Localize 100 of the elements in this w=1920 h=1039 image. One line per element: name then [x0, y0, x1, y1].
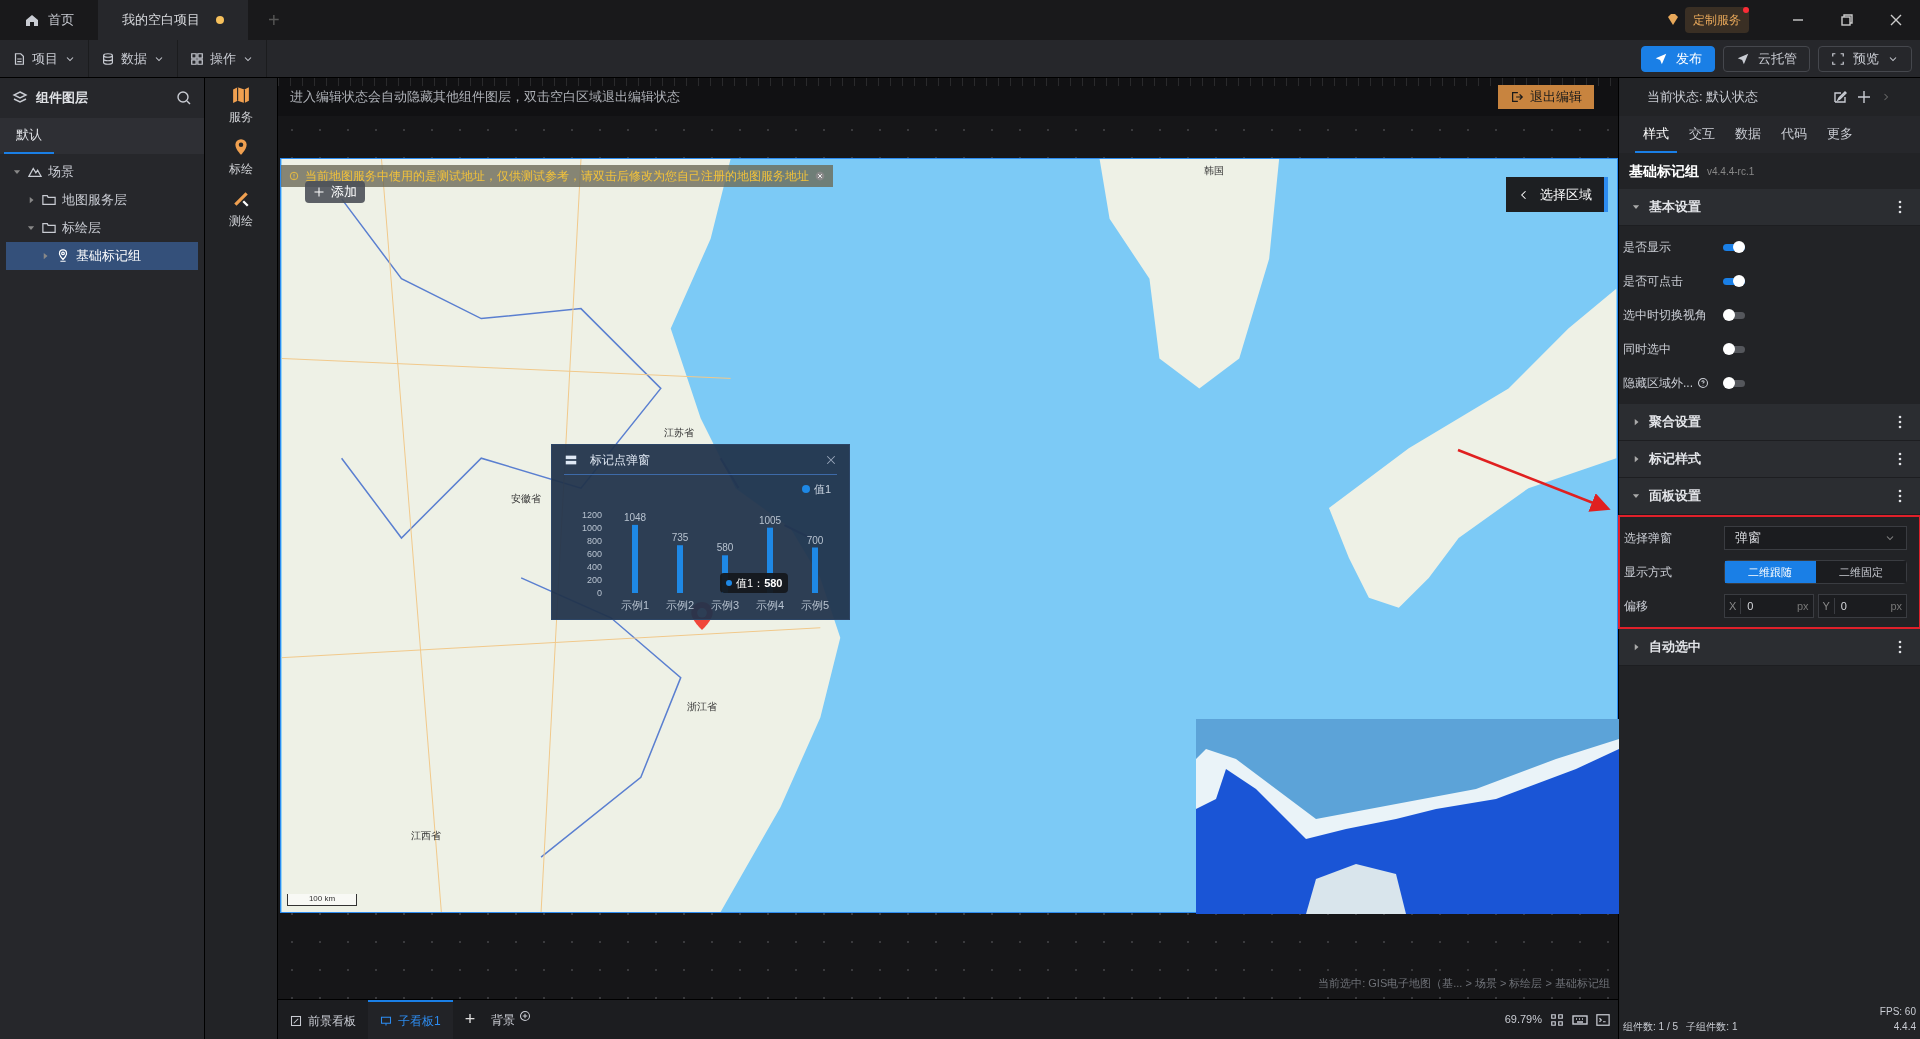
menu-button[interactable]: 操作 [178, 40, 267, 77]
window-tab[interactable]: 我的空白项目 [98, 0, 248, 40]
version-number: 4.4.4 [1893, 1020, 1916, 1034]
help-icon[interactable] [1697, 377, 1709, 389]
tree-item[interactable]: 标绘层 [6, 214, 198, 242]
popup-select[interactable]: 弹窗 [1724, 526, 1907, 550]
grid-icon [190, 51, 204, 66]
axis-tick-label: 600 [586, 549, 602, 559]
properties-tab[interactable]: 样式 [1635, 116, 1677, 153]
window-tab[interactable]: 首页 [0, 0, 98, 40]
section-header[interactable]: 基本设置 [1619, 189, 1920, 226]
ruler-pencil-icon [232, 190, 250, 208]
add-board-button[interactable]: + [452, 1006, 488, 1033]
data-label: 1048 [623, 511, 647, 523]
field-label: 选择弹窗 [1624, 530, 1673, 547]
paper-plane-icon [1654, 51, 1668, 66]
tool-button[interactable]: 测绘 [229, 190, 253, 230]
component-count: 组件数: 1 / 5 子组件数: 1 [1623, 1020, 1738, 1034]
board-tab[interactable]: 子看板1 [368, 1000, 453, 1039]
tool-button[interactable]: 服务 [229, 86, 253, 126]
home-icon [24, 12, 40, 28]
place-label: 江苏省 [664, 426, 694, 440]
select-region-button[interactable]: 选择区域 [1506, 177, 1608, 212]
axis-tick-label: 1000 [581, 523, 602, 533]
search-icon[interactable] [176, 90, 192, 106]
properties-tab[interactable]: 更多 [1819, 116, 1861, 153]
display-mode-option[interactable]: 二维固定 [1815, 561, 1906, 583]
menu-button[interactable]: 项目 [0, 40, 89, 77]
panel-title: 组件图层 [36, 89, 88, 108]
axis-tick-label: 400 [586, 562, 602, 572]
paper-plane-icon [1736, 51, 1750, 66]
field-label: 同时选中 [1623, 341, 1672, 358]
toggle-switch[interactable] [1723, 241, 1745, 253]
terminal-icon[interactable] [1596, 1012, 1610, 1027]
document-icon [12, 51, 26, 66]
add-button[interactable]: 添加 [305, 181, 365, 203]
offset-field[interactable]: X 0 px [1724, 594, 1814, 618]
properties-tab[interactable]: 数据 [1727, 116, 1769, 153]
offset-field[interactable]: Y 0 px [1817, 594, 1907, 618]
field-label: 是否显示 [1623, 239, 1672, 256]
field-label: 隐藏区域外... [1623, 375, 1693, 392]
section-header[interactable]: 面板设置 [1619, 478, 1920, 515]
section-header[interactable]: 自动选中 [1619, 629, 1920, 666]
toolbar-button[interactable]: 云托管 [1723, 45, 1810, 72]
field-label: 偏移 [1624, 598, 1649, 615]
toggle-switch[interactable] [1723, 377, 1745, 389]
data-label: 735 [671, 532, 689, 544]
section-header[interactable]: 标记样式 [1619, 441, 1920, 478]
field-label: 选中时切换视角 [1623, 307, 1708, 324]
fit-icon[interactable] [1550, 1012, 1564, 1027]
version-label: v4.4.4-rc.1 [1707, 164, 1755, 179]
axis-tick-label: 0 [597, 588, 602, 598]
close-icon[interactable] [815, 169, 825, 183]
toggle-switch[interactable] [1723, 343, 1745, 355]
axis-tick-label: 1200 [581, 510, 602, 520]
category-label: 示例1 [620, 599, 650, 611]
fps-readout: FPS: 60 [1879, 1005, 1916, 1019]
plus-icon [313, 186, 325, 198]
tree-item[interactable]: 场景 [6, 158, 198, 186]
axis-tick-label: 200 [586, 575, 602, 585]
place-label: 安徽省 [511, 492, 541, 506]
field-label: 显示方式 [1624, 564, 1673, 581]
display-mode-option[interactable]: 二维跟随 [1725, 561, 1816, 583]
plus-icon[interactable] [1856, 89, 1872, 105]
folder-icon [42, 221, 56, 235]
tree-item[interactable]: 地图服务层 [6, 186, 198, 214]
pin-icon [232, 138, 250, 156]
exit-edit-button[interactable]: 退出编辑 [1498, 85, 1594, 109]
section-header[interactable]: 聚合设置 [1619, 404, 1920, 441]
fullscreen-icon [1831, 51, 1845, 66]
place-label: 浙江省 [687, 700, 717, 714]
data-label: 700 [806, 534, 824, 546]
tooltip-text: 值1：580 [736, 575, 783, 591]
popup-title: 标记点弹窗 [590, 451, 650, 469]
menu-button[interactable]: 数据 [89, 40, 178, 77]
place-label: 江西省 [411, 829, 441, 843]
category-label: 示例2 [665, 599, 695, 611]
zoom-level: 69.79% [1504, 1012, 1542, 1028]
board-tab[interactable]: 前景看板 [278, 1000, 368, 1039]
database-icon [101, 51, 115, 66]
exit-icon [1510, 90, 1524, 104]
properties-tab[interactable]: 交互 [1681, 116, 1723, 153]
selection-path: 当前选中: GIS电子地图（基... > 场景 > 标绘层 > 基础标记组 [1318, 975, 1610, 991]
tool-button[interactable]: 标绘 [229, 138, 253, 178]
toolbar-button[interactable]: 预览 [1818, 45, 1912, 72]
toggle-switch[interactable] [1723, 275, 1745, 287]
edit-icon[interactable] [1832, 89, 1848, 105]
warning-icon [289, 169, 299, 183]
background-button[interactable]: 背景 [487, 1010, 536, 1029]
toggle-switch[interactable] [1723, 309, 1745, 321]
toolbar-button[interactable]: 发布 [1641, 45, 1715, 72]
custom-service-button[interactable]: 定制服务 [1685, 7, 1749, 33]
close-icon[interactable] [825, 453, 837, 466]
field-label: 是否可点击 [1623, 273, 1684, 290]
layers-icon [12, 90, 28, 106]
category-label: 示例3 [710, 599, 740, 611]
tree-item[interactable]: 基础标记组 [6, 242, 198, 270]
component-name: 基础标记组 [1629, 161, 1699, 181]
properties-tab[interactable]: 代码 [1773, 116, 1815, 153]
board-icon [290, 1014, 302, 1027]
